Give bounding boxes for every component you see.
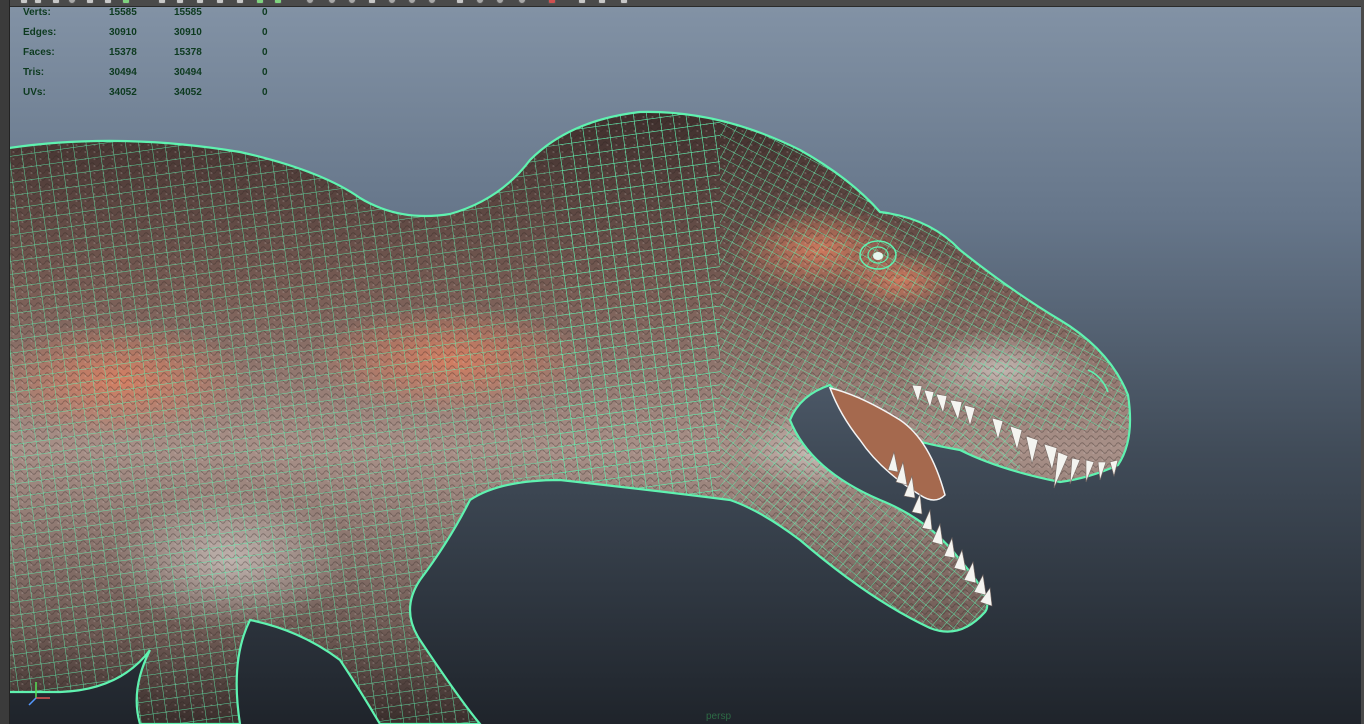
hud-label: Tris: [23, 67, 45, 78]
hud-label: Faces: [23, 47, 55, 58]
hud-value-object: 30910 [109, 27, 137, 38]
3d-viewport[interactable]: Verts: 15585 15585 0 Edges: 30910 30910 … [0, 0, 1364, 724]
hud-value-component: 0 [262, 27, 268, 38]
camera-name-label: persp [706, 711, 732, 722]
hud-value-selected: 15585 [174, 7, 202, 18]
shading-icon[interactable] [274, 0, 282, 4]
ao-icon[interactable] [408, 0, 416, 4]
hud-value-object: 15378 [109, 47, 137, 58]
shelf-toolbar [0, 0, 1364, 7]
field-chart-icon[interactable] [598, 0, 606, 4]
hud-row-faces: Faces: 15378 15378 0 [23, 47, 283, 61]
camera-icon[interactable] [236, 0, 244, 4]
hud-label: Edges: [23, 27, 57, 38]
ipr-icon[interactable] [176, 0, 184, 4]
shadows-icon[interactable] [388, 0, 396, 4]
lasso-icon[interactable] [34, 0, 42, 4]
wireframe-icon[interactable] [306, 0, 314, 4]
poly-count-hud: Verts: 15585 15585 0 Edges: 30910 30910 … [23, 7, 283, 107]
hud-value-selected: 30494 [174, 67, 202, 78]
hud-row-uvs: UVs: 34052 34052 0 [23, 87, 283, 101]
render-icon[interactable] [158, 0, 166, 4]
hud-value-object: 30494 [109, 67, 137, 78]
lights-icon[interactable] [368, 0, 376, 4]
hud-label: Verts: [23, 7, 51, 18]
light-icon[interactable] [256, 0, 264, 4]
smooth-shade-icon[interactable] [328, 0, 336, 4]
hud-value-object: 34052 [109, 87, 137, 98]
dinosaur-model[interactable] [0, 0, 1364, 724]
aa-icon[interactable] [428, 0, 436, 4]
snap-icon[interactable] [122, 0, 130, 4]
hud-value-selected: 15378 [174, 47, 202, 58]
isolate-icon[interactable] [476, 0, 484, 4]
hypershade-icon[interactable] [216, 0, 224, 4]
hud-value-object: 15585 [109, 7, 137, 18]
select-tool-icon[interactable] [20, 0, 28, 4]
render-settings-icon[interactable] [196, 0, 204, 4]
safe-action-icon[interactable] [620, 0, 628, 4]
hud-row-tris: Tris: 30494 30494 0 [23, 67, 283, 81]
resolution-gate-icon[interactable] [578, 0, 586, 4]
body-mesh[interactable] [0, 100, 1364, 724]
textured-icon[interactable] [348, 0, 356, 4]
xray-joints-icon[interactable] [518, 0, 526, 4]
hud-value-component: 0 [262, 87, 268, 98]
xray-icon[interactable] [496, 0, 504, 4]
paint-select-icon[interactable] [52, 0, 60, 4]
rotate-icon[interactable] [86, 0, 94, 4]
scale-icon[interactable] [104, 0, 112, 4]
hud-value-component: 0 [262, 47, 268, 58]
hud-value-selected: 30910 [174, 27, 202, 38]
hud-value-component: 0 [262, 7, 268, 18]
move-icon[interactable] [68, 0, 76, 4]
hud-row-verts: Verts: 15585 15585 0 [23, 7, 283, 21]
grid-icon[interactable] [456, 0, 464, 4]
hud-icon[interactable] [548, 0, 556, 4]
axis-gizmo-icon [28, 682, 50, 706]
viewport-left-border [0, 0, 10, 724]
hud-row-edges: Edges: 30910 30910 0 [23, 27, 283, 41]
hud-label: UVs: [23, 87, 46, 98]
hud-value-component: 0 [262, 67, 268, 78]
hud-value-selected: 34052 [174, 87, 202, 98]
